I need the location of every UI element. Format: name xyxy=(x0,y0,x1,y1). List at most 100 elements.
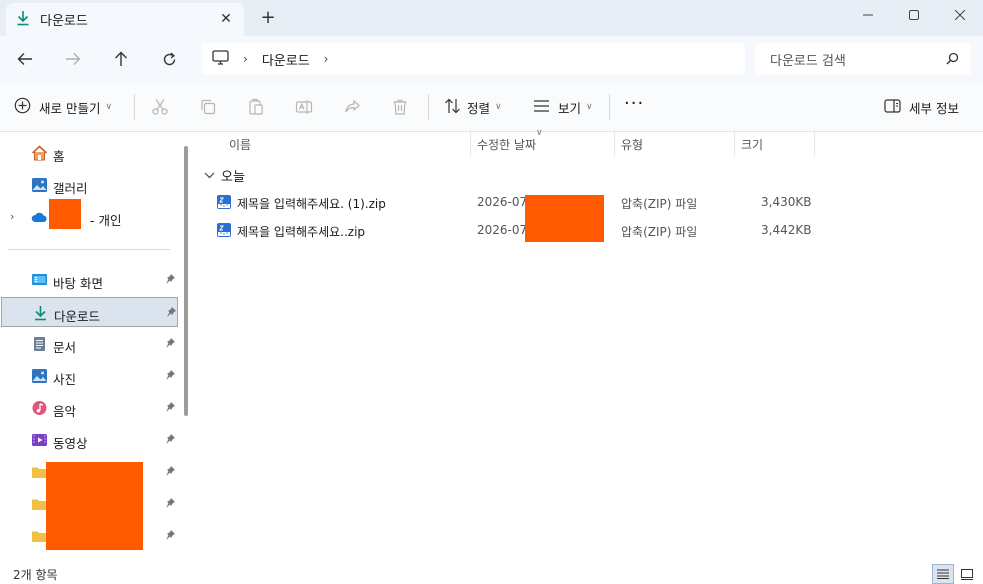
file-type: 압축(ZIP) 파일 xyxy=(621,197,698,211)
chevron-down-icon xyxy=(204,168,215,183)
sidebar-item-label: 바탕 화면 xyxy=(53,276,103,291)
more-options-button[interactable]: ··· xyxy=(624,90,644,116)
sidebar-item-home[interactable]: 홈 xyxy=(0,138,178,168)
sidebar-scrollbar[interactable] xyxy=(184,146,188,416)
sidebar-item-videos[interactable]: 동영상 xyxy=(0,425,178,455)
share-icon[interactable] xyxy=(342,97,362,117)
home-icon xyxy=(31,145,48,161)
column-header-size[interactable]: 크기 xyxy=(741,132,763,156)
delete-icon[interactable] xyxy=(390,97,410,117)
minimize-button[interactable] xyxy=(845,0,891,30)
sidebar-item-label: 홈 xyxy=(53,149,65,164)
pin-icon[interactable] xyxy=(164,369,176,384)
videos-icon xyxy=(31,432,48,448)
sidebar-divider xyxy=(8,249,170,250)
details-view-button[interactable] xyxy=(932,564,954,584)
close-window-button[interactable] xyxy=(937,0,983,30)
column-divider[interactable] xyxy=(614,132,615,156)
view-button[interactable]: 보기 ∨ xyxy=(533,94,593,120)
pin-icon[interactable] xyxy=(164,337,176,352)
sort-button[interactable]: 정렬 ∨ xyxy=(444,94,502,120)
sidebar-item-gallery[interactable]: 갤러리 xyxy=(0,170,178,200)
zip-file-icon xyxy=(216,222,232,238)
tab-downloads[interactable]: 다운로드 ✕ xyxy=(6,3,244,36)
download-icon xyxy=(32,305,49,321)
file-size: 3,442KB xyxy=(761,223,812,237)
toolbar-divider xyxy=(134,94,135,120)
gallery-icon xyxy=(31,177,48,193)
pin-icon[interactable] xyxy=(164,529,176,544)
documents-icon xyxy=(31,336,48,352)
desktop-icon xyxy=(31,272,48,288)
column-header-name[interactable]: 이름 xyxy=(229,132,251,156)
chevron-down-icon: ∨ xyxy=(586,102,593,112)
sidebar-item-desktop[interactable]: 바탕 화면 xyxy=(0,265,178,295)
download-icon xyxy=(16,10,30,29)
command-bar: 새로 만들기 ∨ 정렬 ∨ 보기 ∨ ··· 세부 정보 xyxy=(0,82,983,132)
group-header-today[interactable]: 오늘 xyxy=(204,166,245,185)
sidebar-item-label: 다운로드 xyxy=(54,309,101,324)
file-type: 압축(ZIP) 파일 xyxy=(621,225,698,239)
chevron-right-icon[interactable]: › xyxy=(10,210,14,223)
sidebar-item-downloads[interactable]: 다운로드 xyxy=(1,297,178,327)
onedrive-icon xyxy=(31,209,48,225)
column-divider[interactable] xyxy=(470,132,471,156)
file-date: 2026-07 xyxy=(477,195,528,209)
pin-icon[interactable] xyxy=(164,497,176,512)
chevron-right-icon[interactable]: › xyxy=(324,52,329,66)
details-pane-button[interactable]: 세부 정보 xyxy=(884,94,959,120)
sidebar-item-label: 사진 xyxy=(53,372,77,387)
address-bar[interactable]: › 다운로드 › xyxy=(202,43,745,75)
search-placeholder: 다운로드 검색 xyxy=(770,53,846,69)
address-row: › 다운로드 › 다운로드 검색 xyxy=(0,36,983,82)
search-input[interactable]: 다운로드 검색 xyxy=(755,43,971,75)
paste-icon[interactable] xyxy=(246,97,266,117)
sidebar-item-music[interactable]: 음악 xyxy=(0,393,178,423)
pin-icon[interactable] xyxy=(164,401,176,416)
large-icons-view-button[interactable] xyxy=(956,564,978,584)
column-header-type[interactable]: 유형 xyxy=(621,132,643,156)
back-button[interactable] xyxy=(10,45,40,73)
new-tab-button[interactable]: + xyxy=(258,8,278,28)
file-size: 3,430KB xyxy=(761,195,812,209)
item-count: 2개 항목 xyxy=(13,568,58,582)
breadcrumb-downloads[interactable]: 다운로드 xyxy=(262,50,310,69)
pin-icon[interactable] xyxy=(164,465,176,480)
redaction-block xyxy=(525,195,604,242)
music-icon xyxy=(31,400,48,416)
sidebar-item-label: 음악 xyxy=(53,404,77,419)
title-bar: 다운로드 ✕ + xyxy=(0,0,983,36)
file-list: 이름 수정한 날짜 ∨ 유형 크기 오늘 제목을 입력해주세요. (1).zip… xyxy=(196,128,983,562)
status-bar: 2개 항목 xyxy=(0,562,983,584)
file-date: 2026-07 xyxy=(477,223,528,237)
sidebar-item-label: - 개인 xyxy=(90,213,122,228)
details-label: 세부 정보 xyxy=(909,100,959,116)
copy-icon[interactable] xyxy=(198,97,218,117)
plus-circle-icon xyxy=(14,97,31,117)
sidebar-item-onedrive[interactable]: › - 개인 xyxy=(0,202,178,232)
chevron-down-icon: ∨ xyxy=(495,102,502,112)
pin-icon[interactable] xyxy=(164,273,176,288)
pin-icon[interactable] xyxy=(164,433,176,448)
maximize-button[interactable] xyxy=(891,0,937,30)
column-header-date[interactable]: 수정한 날짜 xyxy=(477,132,536,156)
up-button[interactable] xyxy=(106,45,136,73)
chevron-right-icon: › xyxy=(243,52,248,66)
pin-icon[interactable] xyxy=(165,306,177,321)
navigation-pane: 홈 갤러리 › - 개인 바탕 화면 다운로드 문서 사진 음악 동영상 xyxy=(0,132,188,562)
column-divider[interactable] xyxy=(734,132,735,156)
details-pane-icon xyxy=(884,98,901,116)
tab-close-button[interactable]: ✕ xyxy=(218,11,234,27)
column-divider[interactable] xyxy=(814,132,815,156)
refresh-button[interactable] xyxy=(154,45,184,73)
cut-icon[interactable] xyxy=(150,97,170,117)
redaction-block xyxy=(49,199,81,229)
sidebar-item-documents[interactable]: 문서 xyxy=(0,329,178,359)
file-name: 제목을 입력해주세요. (1).zip xyxy=(237,197,386,211)
sidebar-item-pictures[interactable]: 사진 xyxy=(0,361,178,391)
forward-button[interactable] xyxy=(58,45,88,73)
rename-icon[interactable] xyxy=(294,97,314,117)
new-button[interactable]: 새로 만들기 ∨ xyxy=(14,94,112,120)
view-lines-icon xyxy=(533,99,550,116)
zip-file-icon xyxy=(216,194,232,210)
